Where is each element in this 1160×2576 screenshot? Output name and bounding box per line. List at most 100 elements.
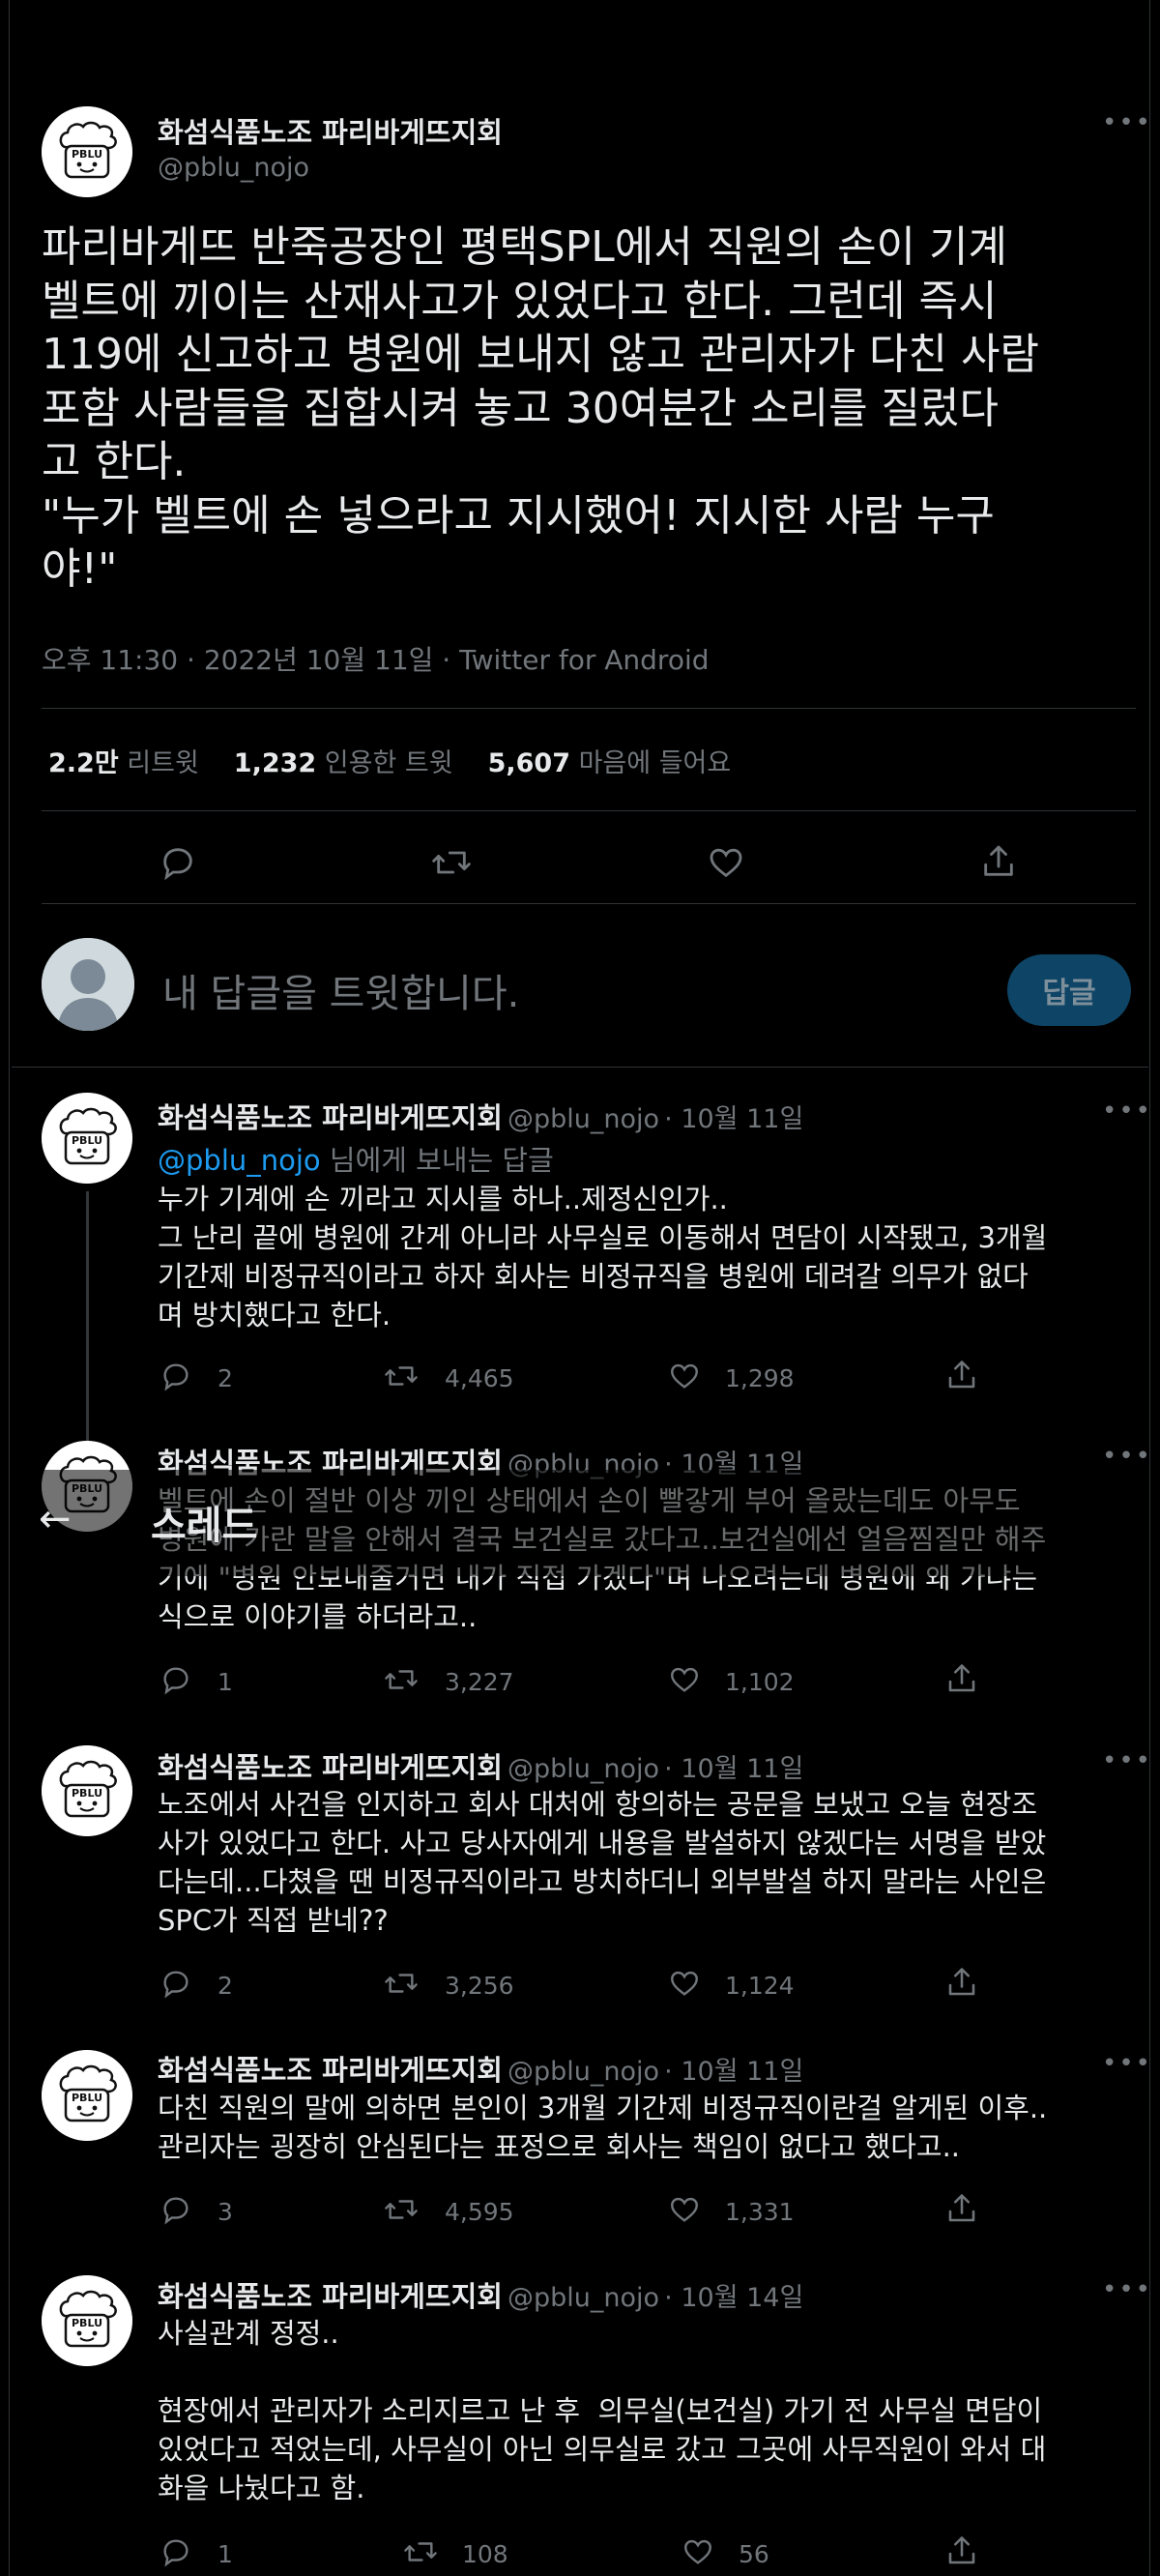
author-handle[interactable]: @pblu_nojo — [158, 153, 309, 183]
author-avatar[interactable]: PBLU — [42, 106, 132, 197]
reply-author-handle[interactable]: @pblu_nojo — [508, 1754, 659, 1784]
tweet-meta[interactable]: 오후 11:30 · 2022년 10월 11일 · Twitter for A… — [42, 639, 710, 678]
thread-line — [86, 1191, 89, 1462]
like-count: 1,298 — [725, 1364, 795, 1392]
back-arrow-icon[interactable]: ← — [39, 1497, 72, 1541]
reply-avatar[interactable]: PBLU — [42, 1745, 132, 1836]
retweet-icon[interactable] — [430, 843, 473, 882]
share-icon[interactable] — [944, 1661, 979, 1696]
reply-date[interactable]: · 10월 11일 — [664, 2057, 803, 2087]
tweet-actions — [0, 830, 1160, 888]
reply-icon[interactable] — [159, 1663, 193, 1696]
divider — [12, 1067, 1148, 1068]
reply-author-name[interactable]: 화섬식품노조 파리바게뜨지회 — [158, 1101, 503, 1134]
reply-author-handle[interactable]: @pblu_nojo — [508, 1104, 659, 1134]
pblu-logo-icon: PBLU — [42, 1093, 132, 1184]
heart-icon[interactable] — [666, 1360, 703, 1392]
timeline-column: PBLU 화섬식품노조 파리바게뜨지회 @pblu_nojo ••• 파리바게뜨… — [0, 0, 1160, 2576]
divider — [42, 708, 1136, 709]
more-icon[interactable]: ••• — [1102, 2049, 1152, 2078]
reply-avatar[interactable]: PBLU — [42, 2050, 132, 2141]
reply-header: 화섬식품노조 파리바게뜨지회 @pblu_nojo · 10월 11일 — [158, 1096, 803, 1136]
reply-author-name[interactable]: 화섬식품노조 파리바게뜨지회 — [158, 1751, 503, 1784]
reply-text: 다친 직원의 말에 의하면 본인이 3개월 기간제 비정규직이란걸 알게된 이후… — [158, 2092, 1048, 2163]
more-icon[interactable]: ••• — [1102, 2275, 1152, 2304]
reply-avatar[interactable]: PBLU — [42, 1093, 132, 1184]
user-avatar[interactable] — [42, 938, 134, 1031]
retweet-count: 3,227 — [445, 1668, 514, 1696]
heart-icon[interactable] — [666, 1663, 703, 1696]
share-icon[interactable] — [944, 1965, 979, 2000]
author-name[interactable]: 화섬식품노조 파리바게뜨지회 — [158, 110, 503, 151]
heart-icon[interactable] — [666, 1967, 703, 2000]
share-icon[interactable] — [979, 841, 1018, 882]
more-icon[interactable]: ••• — [1102, 1442, 1152, 1471]
reply-count: 2 — [218, 1364, 233, 1392]
retweet-icon[interactable] — [401, 2535, 440, 2568]
reply-date[interactable]: · 10월 11일 — [664, 1104, 803, 1134]
share-icon[interactable] — [944, 2533, 979, 2568]
reply-count: 3 — [218, 2198, 233, 2226]
heart-icon[interactable] — [666, 2193, 703, 2226]
retweet-icon[interactable] — [382, 1967, 420, 2000]
reply-date[interactable]: · 10월 14일 — [664, 2283, 803, 2313]
heart-icon[interactable] — [680, 2535, 716, 2568]
reply-avatar[interactable]: PBLU — [42, 2275, 132, 2366]
retweet-count: 4,465 — [445, 1364, 514, 1392]
divider — [42, 810, 1136, 811]
default-avatar-icon — [42, 938, 134, 1031]
reply-author-handle[interactable]: @pblu_nojo — [508, 2057, 659, 2087]
reply-icon[interactable] — [159, 843, 197, 882]
like-count: 1,124 — [725, 1972, 795, 2000]
like-stat[interactable]: 5,607 마음에 들어요 — [488, 748, 732, 778]
retweet-stat[interactable]: 2.2만 리트윗 — [48, 748, 199, 778]
pblu-logo-icon: PBLU — [42, 2050, 132, 2141]
share-icon[interactable] — [944, 1358, 979, 1392]
reply-header: 화섬식품노조 파리바게뜨지회 @pblu_nojo · 10월 11일 — [158, 1745, 803, 1786]
retweet-icon[interactable] — [382, 1360, 420, 1392]
reply-count: 1 — [218, 1668, 233, 1696]
more-icon[interactable]: ••• — [1102, 1097, 1152, 1126]
svg-text:PBLU: PBLU — [72, 2092, 102, 2104]
reply-button[interactable]: 답글 — [1007, 954, 1131, 1026]
retweet-count: 108 — [462, 2540, 508, 2568]
reply-count: 2 — [218, 1972, 233, 2000]
reply-text: 누가 기계에 손 끼라고 지시를 하나..제정신인가.. 그 난리 끝에 병원에… — [158, 1183, 1048, 1332]
quote-stat[interactable]: 1,232 인용한 트윗 — [234, 748, 453, 778]
retweet-icon[interactable] — [382, 2193, 420, 2226]
tweet-text: 파리바게뜨 반죽공장인 평택SPL에서 직원의 손이 기계 벨트에 끼이는 산재… — [42, 222, 1039, 594]
reply-icon[interactable] — [159, 1967, 193, 2000]
retweet-icon[interactable] — [382, 1663, 420, 1696]
reply-text: 사실관계 정정.. 현장에서 관리자가 소리지르고 난 후 의무실(보건실) 가… — [158, 2317, 1047, 2504]
retweet-count: 3,256 — [445, 1972, 514, 2000]
like-count: 1,331 — [725, 2198, 795, 2226]
reply-header: 화섬식품노조 파리바게뜨지회 @pblu_nojo · 10월 11일 — [158, 2048, 803, 2089]
reply-author-name[interactable]: 화섬식품노조 파리바게뜨지회 — [158, 2054, 503, 2087]
divider — [42, 903, 1136, 904]
reply-icon[interactable] — [159, 1360, 193, 1392]
reply-header: 화섬식품노조 파리바게뜨지회 @pblu_nojo · 10월 14일 — [158, 2274, 803, 2315]
replying-to-link[interactable]: @pblu_nojo — [158, 1144, 321, 1177]
retweet-count: 4,595 — [445, 2198, 514, 2226]
like-count: 56 — [739, 2540, 769, 2568]
svg-text:PBLU: PBLU — [72, 1134, 102, 1147]
reply-text: 노조에서 사건을 인지하고 회사 대처에 항의하는 공문을 보냈고 오늘 현장조… — [158, 1788, 1047, 1937]
pblu-logo-icon: PBLU — [42, 106, 132, 197]
tweet-stats: 2.2만 리트윗 1,232 인용한 트윗 5,607 마음에 들어요 — [48, 742, 731, 779]
heart-icon[interactable] — [706, 843, 746, 882]
reply-author-name[interactable]: 화섬식품노조 파리바게뜨지회 — [158, 2280, 503, 2313]
more-icon[interactable]: ••• — [1102, 108, 1152, 137]
pblu-logo-icon: PBLU — [42, 1745, 132, 1836]
reply-icon[interactable] — [159, 2535, 193, 2568]
reply-author-handle[interactable]: @pblu_nojo — [508, 2283, 659, 2313]
svg-text:PBLU: PBLU — [72, 1787, 102, 1800]
like-count: 1,102 — [725, 1668, 795, 1696]
more-icon[interactable]: ••• — [1102, 1746, 1152, 1775]
svg-text:PBLU: PBLU — [72, 2317, 102, 2329]
reply-date[interactable]: · 10월 11일 — [664, 1754, 803, 1784]
reply-compose-input[interactable]: 내 답글을 트윗합니다. — [162, 962, 519, 1018]
share-icon[interactable] — [944, 2191, 979, 2226]
pblu-logo-icon: PBLU — [42, 2275, 132, 2366]
reply-count: 1 — [218, 2540, 233, 2568]
reply-icon[interactable] — [159, 2193, 193, 2226]
